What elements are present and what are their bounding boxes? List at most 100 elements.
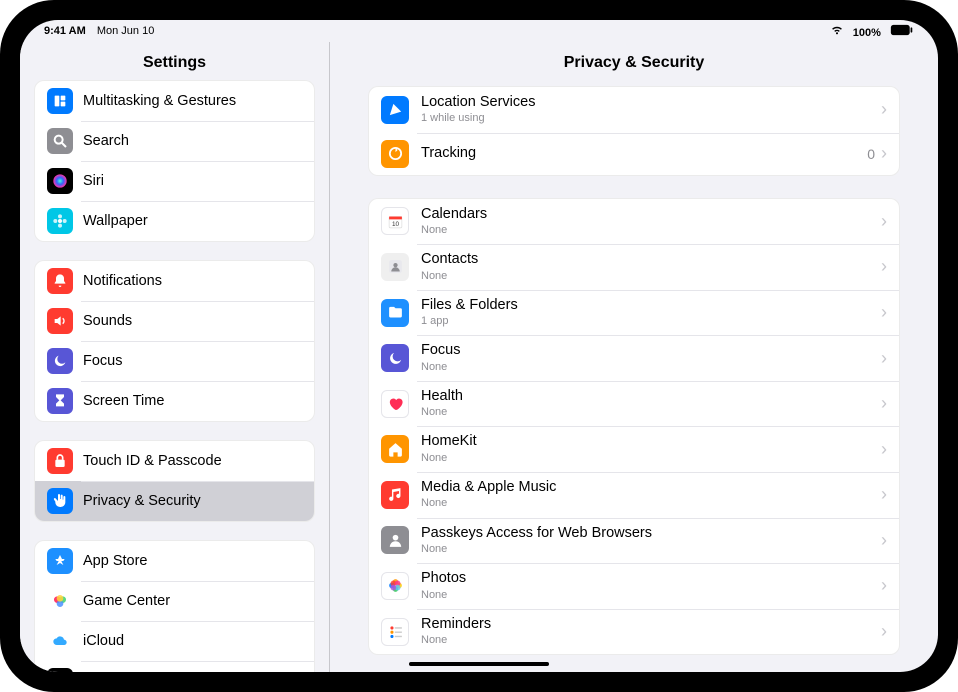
- settings-row-media[interactable]: Media & Apple MusicNone›: [369, 472, 899, 518]
- row-subtitle: 1 app: [421, 315, 881, 328]
- sidebar-item-label: iCloud: [83, 633, 124, 649]
- sidebar-item-siri[interactable]: Siri: [35, 161, 314, 201]
- sidebar-scroll[interactable]: Multitasking & Gestures Search SiriWallpap…: [20, 80, 329, 672]
- settings-row-health[interactable]: HealthNone›: [369, 381, 899, 427]
- row-subtitle: None: [421, 270, 881, 283]
- main-panel: Privacy & Security Location Services1 wh…: [330, 42, 938, 672]
- sidebar-item-wallet[interactable]: Wallet: [35, 661, 314, 672]
- row-title: Location Services: [421, 94, 881, 111]
- main-scroll[interactable]: Location Services1 while using›Tracking0…: [330, 80, 938, 672]
- home-icon: [381, 435, 409, 463]
- status-bar: 9:41 AM Mon Jun 10 100%: [20, 20, 938, 42]
- sidebar-group: Multitasking & Gestures Search SiriWallpap…: [34, 80, 315, 242]
- settings-row-calendars[interactable]: 10 CalendarsNone›: [369, 199, 899, 245]
- sidebar-item-label: Sounds: [83, 313, 132, 329]
- row-title: Files & Folders: [421, 297, 881, 314]
- chevron-right-icon: ›: [881, 530, 887, 551]
- flower-icon: [47, 208, 73, 234]
- moon-icon: [381, 344, 409, 372]
- chevron-right-icon: ›: [881, 621, 887, 642]
- sidebar-item-label: Multitasking & Gestures: [83, 93, 236, 109]
- calendar-icon: 10: [381, 207, 409, 235]
- sidebar-item-screentime[interactable]: Screen Time: [35, 381, 314, 421]
- home-indicator[interactable]: [409, 662, 549, 666]
- sidebar-group: App Store Game Center iCloud Wallet: [34, 540, 315, 672]
- device-inner: 9:41 AM Mon Jun 10 100% Settings Multita…: [10, 10, 948, 682]
- row-subtitle: None: [421, 497, 881, 510]
- sidebar-item-wallpaper[interactable]: Wallpaper: [35, 201, 314, 241]
- settings-row-files[interactable]: Files & Folders1 app›: [369, 290, 899, 336]
- moon-icon: [47, 348, 73, 374]
- sidebar-item-label: Search: [83, 133, 129, 149]
- arrow-icon: [381, 96, 409, 124]
- status-date: Mon Jun 10: [97, 25, 154, 37]
- sidebar-item-search[interactable]: Search: [35, 121, 314, 161]
- sidebar-item-touchid[interactable]: Touch ID & Passcode: [35, 441, 314, 481]
- row-title: Reminders: [421, 616, 881, 633]
- screen: 9:41 AM Mon Jun 10 100% Settings Multita…: [20, 20, 938, 672]
- status-right: 100%: [824, 24, 914, 39]
- svg-text:10: 10: [391, 221, 399, 228]
- chevron-right-icon: ›: [881, 484, 887, 505]
- sidebar-item-label: Screen Time: [83, 393, 164, 409]
- chevron-right-icon: ›: [881, 211, 887, 232]
- settings-row-homekit[interactable]: HomeKitNone›: [369, 426, 899, 472]
- settings-row-location[interactable]: Location Services1 while using›: [369, 87, 899, 133]
- cloud-icon: [47, 628, 73, 654]
- music-icon: [381, 481, 409, 509]
- sidebar-item-multitasking[interactable]: Multitasking & Gestures: [35, 81, 314, 121]
- settings-row-tracking[interactable]: Tracking0›: [369, 133, 899, 175]
- row-title: Calendars: [421, 206, 881, 223]
- speaker-icon: [47, 308, 73, 334]
- sidebar-title: Settings: [20, 42, 329, 80]
- settings-row-focus2[interactable]: FocusNone›: [369, 335, 899, 381]
- row-subtitle: None: [421, 361, 881, 374]
- contacts-icon: [381, 253, 409, 281]
- photos-icon: [381, 572, 409, 600]
- hand-icon: [47, 488, 73, 514]
- row-subtitle: None: [421, 406, 881, 419]
- sidebar-item-focus[interactable]: Focus: [35, 341, 314, 381]
- sidebar-item-icloud[interactable]: iCloud: [35, 621, 314, 661]
- row-texts: Location Services1 while using: [421, 94, 881, 126]
- gamecenter-icon: [47, 588, 73, 614]
- row-title: Photos: [421, 570, 881, 587]
- row-subtitle: 1 while using: [421, 112, 881, 125]
- row-subtitle: None: [421, 452, 881, 465]
- sidebar-item-label: Privacy & Security: [83, 493, 201, 509]
- sidebar-item-label: Game Center: [83, 593, 170, 609]
- sidebar: Settings Multitasking & Gestures Search Si…: [20, 42, 330, 672]
- settings-row-reminders[interactable]: RemindersNone›: [369, 609, 899, 655]
- row-texts: Passkeys Access for Web BrowsersNone: [421, 525, 881, 557]
- wallet-icon: [47, 668, 73, 672]
- folder-icon: [381, 299, 409, 327]
- body: Settings Multitasking & Gestures Search Si…: [20, 42, 938, 672]
- sidebar-item-notifications[interactable]: Notifications: [35, 261, 314, 301]
- settings-row-photos[interactable]: PhotosNone›: [369, 563, 899, 609]
- chevron-right-icon: ›: [881, 302, 887, 323]
- chevron-right-icon: ›: [881, 393, 887, 414]
- sidebar-item-label: Touch ID & Passcode: [83, 453, 222, 469]
- settings-row-contacts[interactable]: ContactsNone›: [369, 244, 899, 290]
- row-subtitle: None: [421, 589, 881, 602]
- magnify-icon: [47, 128, 73, 154]
- chevron-right-icon: ›: [881, 143, 887, 164]
- row-subtitle: None: [421, 543, 881, 556]
- bell-icon: [47, 268, 73, 294]
- sidebar-item-sounds[interactable]: Sounds: [35, 301, 314, 341]
- hourglass-icon: [47, 388, 73, 414]
- status-left: 9:41 AM Mon Jun 10: [44, 25, 162, 37]
- arrowcircle-icon: [381, 140, 409, 168]
- sidebar-group: Touch ID & Passcode Privacy & Security: [34, 440, 315, 522]
- sidebar-item-label: Notifications: [83, 273, 162, 289]
- sidebar-item-gamecenter[interactable]: Game Center: [35, 581, 314, 621]
- row-texts: CalendarsNone: [421, 206, 881, 238]
- sidebar-group: Notifications Sounds Focus Screen Time: [34, 260, 315, 422]
- lock-icon: [47, 448, 73, 474]
- settings-row-passkeys[interactable]: Passkeys Access for Web BrowsersNone›: [369, 518, 899, 564]
- sidebar-item-privacy[interactable]: Privacy & Security: [35, 481, 314, 521]
- device-frame: 9:41 AM Mon Jun 10 100% Settings Multita…: [0, 0, 958, 692]
- sidebar-item-appstore[interactable]: App Store: [35, 541, 314, 581]
- reminders-icon: [381, 618, 409, 646]
- chevron-right-icon: ›: [881, 439, 887, 460]
